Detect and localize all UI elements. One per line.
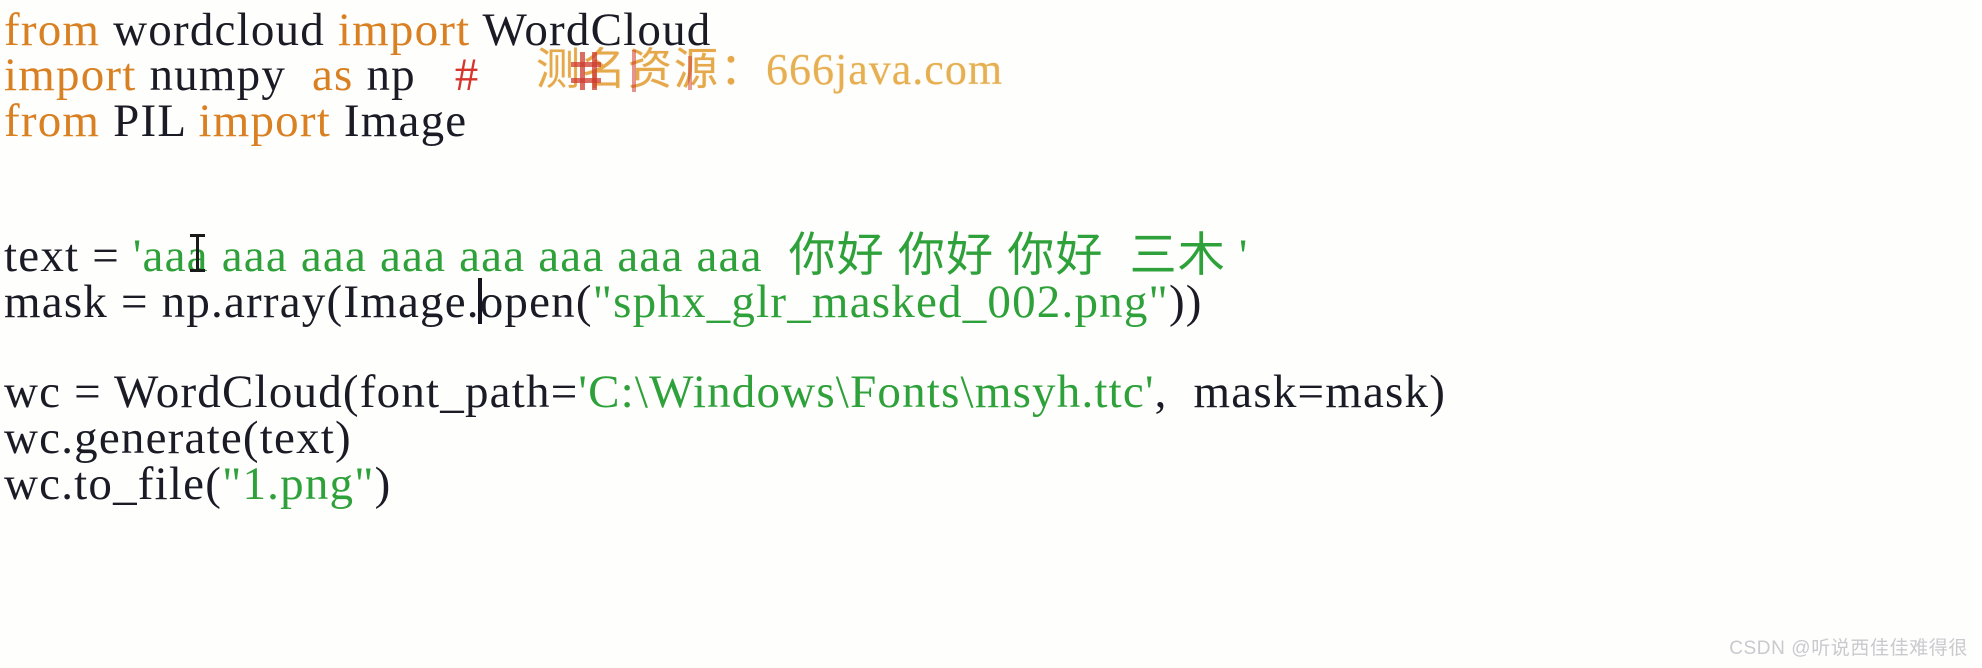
code-line-5[interactable]: mask = np.array(Image.open("sphx_glr_mas… — [4, 274, 1203, 330]
token-call-to-file: wc.to_file( — [4, 458, 223, 510]
token-string-output-file: "1.png" — [222, 458, 375, 510]
token-class-image: Image — [343, 95, 468, 147]
token-close-paren: ) — [374, 458, 392, 510]
token-keyword-from: from — [4, 95, 114, 147]
code-line-3[interactable]: from PIL import Image — [4, 93, 467, 149]
code-line-8[interactable]: wc.to_file("1.png") — [4, 456, 391, 512]
token-class-wordcloud: WordCloud — [482, 4, 712, 56]
token-module-pil: PIL — [113, 95, 199, 147]
token-mask-kwarg: , mask=mask) — [1154, 366, 1447, 418]
token-keyword-import: import — [198, 95, 344, 147]
code-screenshot: from wordcloud import WordCloud import n… — [0, 0, 1982, 668]
token-close-parens: )) — [1168, 276, 1203, 328]
token-string-mask-path: "sphx_glr_masked_002.png" — [592, 276, 1169, 328]
code-editor-surface[interactable]: from wordcloud import WordCloud import n… — [0, 0, 1982, 668]
token-assign-mask: mask = np.array(Image.open( — [4, 276, 593, 328]
token-string-font-path: 'C:\Windows\Fonts\msyh.ttc' — [578, 366, 1155, 418]
